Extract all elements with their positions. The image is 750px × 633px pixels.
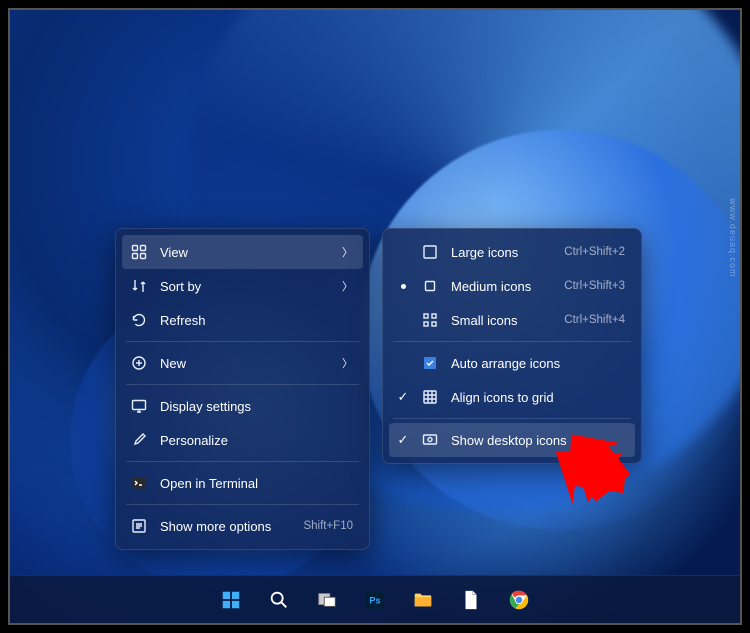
menu-item-personalize[interactable]: Personalize <box>122 423 363 457</box>
large-icon <box>421 243 439 261</box>
more-icon <box>130 517 148 535</box>
terminal-icon <box>130 474 148 492</box>
submenu-item-small-icons[interactable]: Small icons Ctrl+Shift+4 <box>389 303 635 337</box>
menu-label: Sort by <box>160 279 327 294</box>
plus-circle-icon <box>130 354 148 372</box>
menu-label: Medium icons <box>451 279 552 294</box>
page-icon <box>460 589 482 611</box>
chrome-icon <box>508 589 530 611</box>
refresh-icon <box>130 311 148 329</box>
menu-separator <box>126 384 359 385</box>
radio-indicator <box>397 284 409 289</box>
display-icon <box>130 397 148 415</box>
menu-label: Show more options <box>160 519 291 534</box>
arrange-icon <box>421 354 439 372</box>
watermark: www.deuaq.com <box>728 198 738 277</box>
start-button[interactable] <box>211 580 251 620</box>
photoshop-icon: Ps <box>364 589 386 611</box>
menu-item-new[interactable]: New 〉 <box>122 346 363 380</box>
submenu-item-large-icons[interactable]: Large icons Ctrl+Shift+2 <box>389 235 635 269</box>
windows-icon <box>220 589 242 611</box>
menu-separator <box>393 418 631 419</box>
menu-shortcut: Ctrl+Shift+3 <box>564 280 625 292</box>
submenu-item-medium-icons[interactable]: Medium icons Ctrl+Shift+3 <box>389 269 635 303</box>
medium-icon <box>421 277 439 295</box>
menu-item-refresh[interactable]: Refresh <box>122 303 363 337</box>
desktop-context-menu: View 〉 Sort by 〉 Refresh New 〉 <box>115 228 370 550</box>
menu-label: Show desktop icons <box>451 433 625 448</box>
chevron-right-icon: 〉 <box>339 244 353 260</box>
menu-separator <box>126 341 359 342</box>
menu-item-terminal[interactable]: Open in Terminal <box>122 466 363 500</box>
taskbar: Ps <box>10 575 740 623</box>
menu-item-display-settings[interactable]: Display settings <box>122 389 363 423</box>
align-icon <box>421 388 439 406</box>
photoshop-button[interactable]: Ps <box>355 580 395 620</box>
menu-label: Auto arrange icons <box>451 356 625 371</box>
menu-separator <box>126 504 359 505</box>
menu-label: Align icons to grid <box>451 390 625 405</box>
menu-item-more-options[interactable]: Show more options Shift+F10 <box>122 509 363 543</box>
chevron-right-icon: 〉 <box>339 355 353 371</box>
menu-label: Personalize <box>160 433 353 448</box>
menu-item-sort[interactable]: Sort by 〉 <box>122 269 363 303</box>
check-indicator: ✓ <box>397 432 409 448</box>
search-button[interactable] <box>259 580 299 620</box>
menu-label: Open in Terminal <box>160 476 353 491</box>
menu-label: Display settings <box>160 399 353 414</box>
menu-shortcut: Ctrl+Shift+2 <box>564 246 625 258</box>
submenu-item-align-grid[interactable]: ✓ Align icons to grid <box>389 380 635 414</box>
menu-label: Small icons <box>451 313 552 328</box>
chevron-right-icon: 〉 <box>339 278 353 294</box>
menu-label: Large icons <box>451 245 552 260</box>
view-submenu: Large icons Ctrl+Shift+2 Medium icons Ct… <box>382 228 642 464</box>
explorer-button[interactable] <box>403 580 443 620</box>
taskview-button[interactable] <box>307 580 347 620</box>
brush-icon <box>130 431 148 449</box>
svg-text:Ps: Ps <box>369 595 380 605</box>
folder-icon <box>412 589 434 611</box>
grid-icon <box>130 243 148 261</box>
menu-label: Refresh <box>160 313 353 328</box>
sort-icon <box>130 277 148 295</box>
menu-separator <box>393 341 631 342</box>
menu-separator <box>126 461 359 462</box>
desktop-icon <box>421 431 439 449</box>
document-button[interactable] <box>451 580 491 620</box>
search-icon <box>268 589 290 611</box>
menu-shortcut: Ctrl+Shift+4 <box>564 314 625 326</box>
menu-item-view[interactable]: View 〉 <box>122 235 363 269</box>
chrome-button[interactable] <box>499 580 539 620</box>
small-icon <box>421 311 439 329</box>
submenu-item-show-desktop-icons[interactable]: ✓ Show desktop icons <box>389 423 635 457</box>
menu-label: New <box>160 356 327 371</box>
check-indicator: ✓ <box>397 389 409 405</box>
submenu-item-auto-arrange[interactable]: Auto arrange icons <box>389 346 635 380</box>
menu-label: View <box>160 245 327 260</box>
taskview-icon <box>316 589 338 611</box>
menu-shortcut: Shift+F10 <box>303 520 353 532</box>
